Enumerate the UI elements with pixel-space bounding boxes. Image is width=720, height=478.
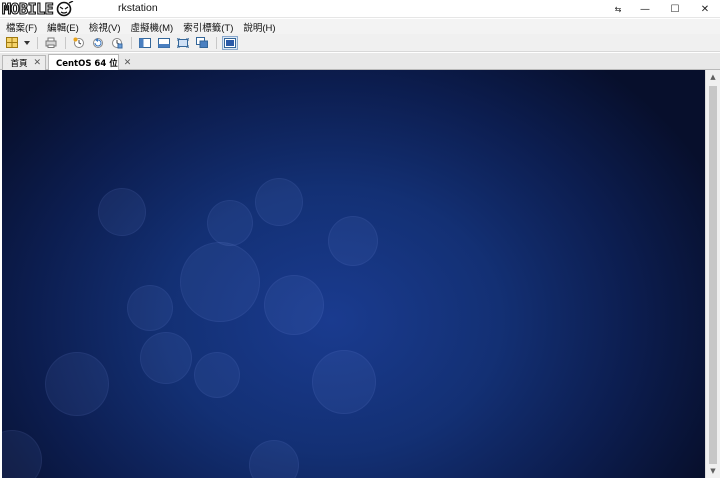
thumbnail-icon[interactable] <box>156 36 172 50</box>
vertical-scrollbar[interactable]: ▲ ▼ <box>705 70 720 478</box>
minimize-button[interactable]: — <box>630 0 660 18</box>
sidebar-icon[interactable] <box>137 36 153 50</box>
scroll-up-icon[interactable]: ▲ <box>706 70 720 84</box>
toolbar <box>0 34 720 52</box>
bokeh-circle <box>140 332 192 384</box>
scroll-thumb[interactable] <box>709 86 717 464</box>
vm-console-screen[interactable] <box>2 70 705 478</box>
tab-label: CentOS 64 位 <box>56 58 118 69</box>
menu-bar: 檔案(F) 編輯(E) 檢視(V) 虛擬機(M) 索引標籤(T) 說明(H) <box>0 19 720 34</box>
watermark-logo: MOBILE <box>1 0 74 19</box>
bokeh-circle <box>2 430 42 478</box>
bokeh-circle <box>98 188 146 236</box>
bokeh-circle <box>328 216 378 266</box>
print-icon[interactable] <box>43 36 59 50</box>
scroll-down-icon[interactable]: ▼ <box>706 464 720 478</box>
toolbar-separator <box>216 36 217 49</box>
bokeh-circle <box>264 275 324 335</box>
snapshot-manager-icon[interactable] <box>109 36 125 50</box>
snapshot-icon[interactable] <box>71 36 87 50</box>
fullscreen-icon[interactable] <box>175 36 191 50</box>
toolbar-separator <box>131 36 132 49</box>
menu-edit[interactable]: 編輯(E) <box>47 20 79 34</box>
restore-icon[interactable]: ⇆ <box>606 0 630 18</box>
toolbar-separator <box>37 36 38 49</box>
title-bar: MOBILE rkstation ⇆ — ☐ ✕ <box>0 0 720 19</box>
maximize-button[interactable]: ☐ <box>660 0 690 18</box>
menu-vm[interactable]: 虛擬機(M) <box>130 20 173 34</box>
tab-label: 首頁 <box>10 59 28 69</box>
logo-text: MOBILE <box>1 0 54 19</box>
bokeh-circle <box>45 352 109 416</box>
console-view-icon[interactable] <box>222 35 238 50</box>
bokeh-circle <box>249 440 299 478</box>
close-icon[interactable]: ✕ <box>124 58 132 68</box>
tab-centos[interactable]: CentOS 64 位 ✕ <box>48 54 131 70</box>
logo-face-icon <box>56 1 74 17</box>
menu-help[interactable]: 說明(H) <box>243 20 275 34</box>
bokeh-circle <box>255 178 303 226</box>
bokeh-circle <box>194 352 240 398</box>
close-icon[interactable]: ✕ <box>33 58 41 68</box>
bokeh-circle <box>312 350 376 414</box>
tab-home[interactable]: 首頁 ✕ <box>2 55 46 70</box>
close-button[interactable]: ✕ <box>690 0 720 18</box>
window-controls: ⇆ — ☐ ✕ <box>606 0 720 18</box>
dropdown-icon[interactable] <box>23 36 31 50</box>
toolbar-separator <box>65 36 66 49</box>
bokeh-circle <box>207 200 253 246</box>
menu-view[interactable]: 檢視(V) <box>89 20 121 34</box>
unity-icon[interactable] <box>194 36 210 50</box>
window-title: rkstation <box>118 2 158 14</box>
bokeh-circle <box>180 242 260 322</box>
menu-file[interactable]: 檔案(F) <box>6 20 37 34</box>
revert-snapshot-icon[interactable] <box>90 36 106 50</box>
menu-tabs[interactable]: 索引標籤(T) <box>183 20 233 34</box>
tab-strip: 首頁 ✕ CentOS 64 位 ✕ <box>0 53 720 70</box>
library-icon[interactable] <box>4 36 20 50</box>
bokeh-circle <box>127 285 173 331</box>
